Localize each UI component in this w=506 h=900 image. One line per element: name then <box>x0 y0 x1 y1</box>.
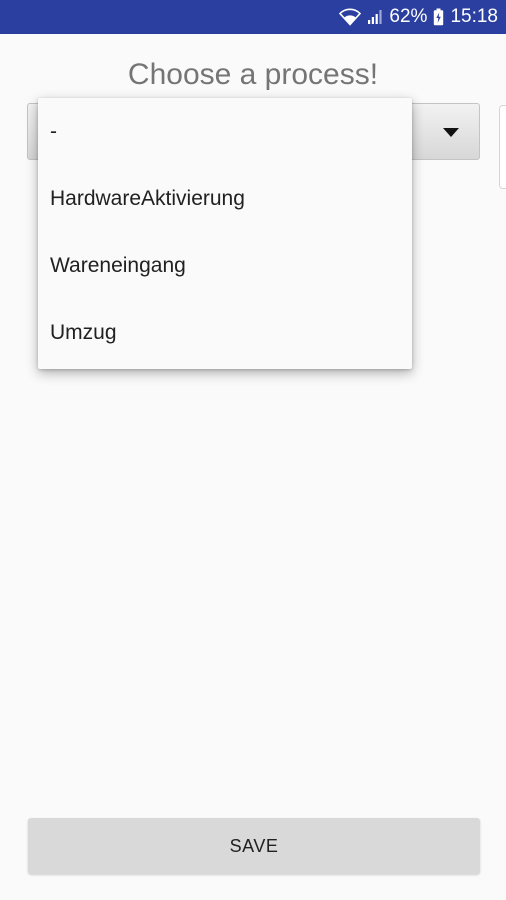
wifi-icon <box>339 8 362 26</box>
process-dropdown-list: - HardwareAktivierung Wareneingang Umzug <box>38 98 412 369</box>
dropdown-option-wareneingang[interactable]: Wareneingang <box>38 232 412 299</box>
clock: 15:18 <box>450 6 498 27</box>
dropdown-arrow-icon <box>443 128 459 137</box>
battery-percent: 62% <box>389 6 428 27</box>
right-edge-card <box>499 105 506 189</box>
dropdown-option-hardwareaktivierung[interactable]: HardwareAktivierung <box>38 165 412 232</box>
battery-icon <box>433 8 444 26</box>
dropdown-option-none[interactable]: - <box>38 98 412 165</box>
signal-icon <box>367 9 383 25</box>
status-bar: 62% 15:18 <box>0 0 506 34</box>
save-button[interactable]: SAVE <box>28 818 480 874</box>
page-title: Choose a process! <box>127 58 379 91</box>
dropdown-option-umzug[interactable]: Umzug <box>38 299 412 366</box>
